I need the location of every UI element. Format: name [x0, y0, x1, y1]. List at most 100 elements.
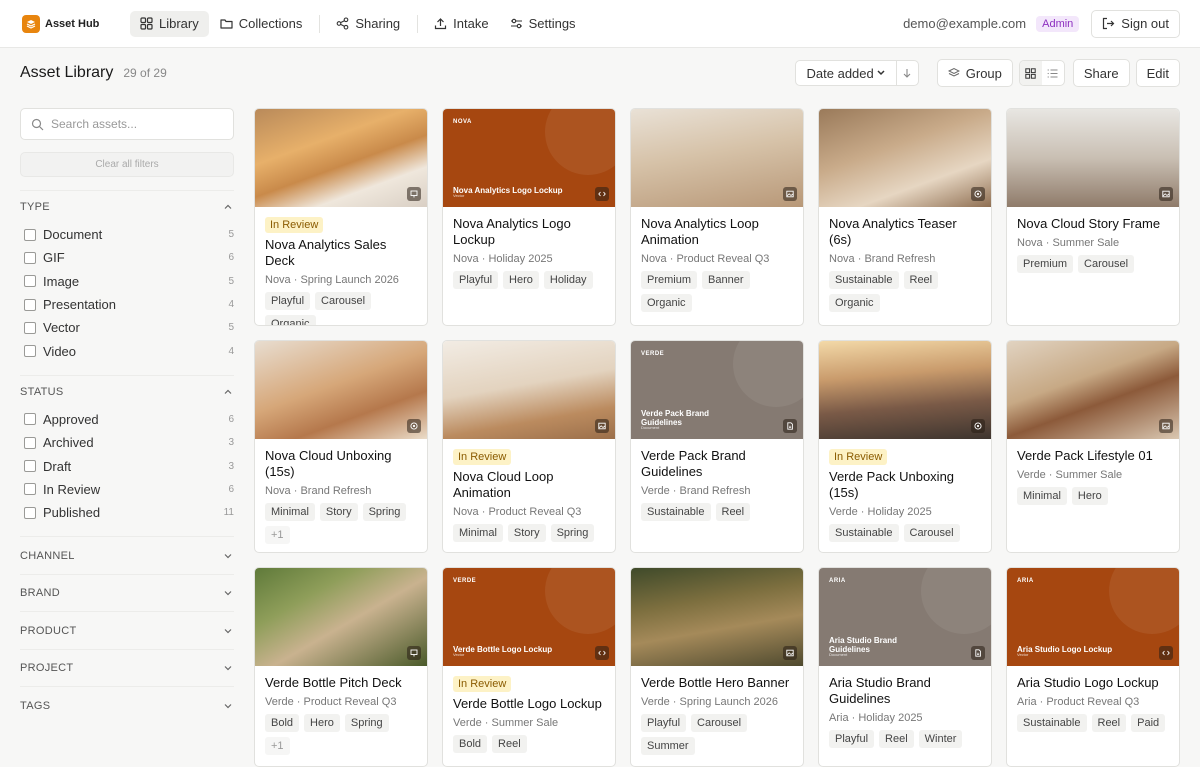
- asset-card[interactable]: Nova Cloud Unboxing (15s) Nova · Brand Re…: [254, 340, 428, 553]
- tag-chip[interactable]: Sustainable: [641, 503, 711, 521]
- asset-card[interactable]: Nova Cloud Story Frame Nova · Summer Sale…: [1006, 108, 1180, 326]
- filter-option[interactable]: Draft 3: [20, 454, 234, 477]
- nav-settings[interactable]: Settings: [500, 11, 586, 37]
- asset-card[interactable]: NOVA Nova Analytics Logo Lockup Vector Nova…: [442, 108, 616, 326]
- facet-header[interactable]: STATUS: [20, 376, 234, 408]
- clear-filters-button[interactable]: Clear all filters: [20, 152, 234, 177]
- checkbox[interactable]: [24, 460, 36, 473]
- tag-chip[interactable]: Organic: [829, 294, 880, 312]
- tag-chip[interactable]: Bold: [265, 714, 300, 732]
- filter-option[interactable]: GIF 6: [20, 246, 234, 269]
- nav-sharing[interactable]: Sharing: [326, 11, 410, 37]
- more-tags-chip[interactable]: +1: [265, 737, 290, 755]
- checkbox[interactable]: [24, 298, 36, 311]
- facet-project[interactable]: PROJECT: [20, 648, 234, 687]
- tag-chip[interactable]: Sustainable: [829, 524, 899, 542]
- tag-chip[interactable]: Spring: [550, 524, 595, 542]
- tag-chip[interactable]: Holiday: [543, 271, 593, 289]
- asset-card[interactable]: VERDE Verde Bottle Logo Lockup Vector In Re…: [442, 567, 616, 767]
- tag-chip[interactable]: Premium: [641, 271, 698, 289]
- search-input[interactable]: [51, 117, 221, 131]
- facet-tags[interactable]: TAGS: [20, 686, 234, 724]
- asset-thumbnail[interactable]: [819, 341, 991, 439]
- search-box[interactable]: [20, 108, 234, 140]
- nav-intake[interactable]: Intake: [424, 11, 498, 37]
- tag-chip[interactable]: Reel: [715, 503, 751, 521]
- tag-chip[interactable]: Reel: [492, 735, 527, 753]
- tag-chip[interactable]: Carousel: [1078, 255, 1135, 273]
- checkbox[interactable]: [24, 275, 36, 288]
- tag-chip[interactable]: Playful: [265, 292, 311, 310]
- tag-chip[interactable]: Organic: [265, 315, 316, 325]
- tag-chip[interactable]: Paid: [1131, 714, 1166, 732]
- filter-option[interactable]: Archived 3: [20, 431, 234, 454]
- tag-chip[interactable]: Playful: [829, 730, 875, 748]
- checkbox[interactable]: [24, 436, 36, 449]
- tag-chip[interactable]: Premium: [1017, 255, 1074, 273]
- asset-card[interactable]: Verde Bottle Pitch Deck Verde · Product R…: [254, 567, 428, 767]
- filter-option[interactable]: Published 11: [20, 501, 234, 524]
- tag-chip[interactable]: Reel: [1091, 714, 1127, 732]
- tag-chip[interactable]: Hero: [304, 714, 340, 732]
- facet-channel[interactable]: CHANNEL: [20, 536, 234, 574]
- asset-thumbnail[interactable]: [443, 341, 615, 439]
- facet-brand[interactable]: BRAND: [20, 573, 234, 612]
- asset-card[interactable]: ARIA Aria Studio Logo Lockup Vector Aria St…: [1006, 567, 1180, 767]
- edit-button[interactable]: Edit: [1135, 59, 1180, 87]
- checkbox[interactable]: [24, 251, 36, 264]
- tag-chip[interactable]: Story: [507, 524, 546, 542]
- more-tags-chip[interactable]: +1: [265, 526, 290, 544]
- nav-library[interactable]: Library: [130, 10, 209, 37]
- filter-option[interactable]: Approved 6: [20, 408, 234, 431]
- tag-chip[interactable]: Carousel: [315, 292, 372, 310]
- checkbox[interactable]: [24, 413, 36, 426]
- tag-chip[interactable]: Spring: [362, 503, 407, 521]
- filter-option[interactable]: Vector 5: [20, 316, 234, 339]
- facet-header[interactable]: TYPE: [20, 191, 234, 223]
- tag-chip[interactable]: Carousel: [691, 714, 748, 732]
- checkbox[interactable]: [24, 506, 36, 519]
- asset-card[interactable]: Verde Pack Lifestyle 01 Verde · Summer Sa…: [1006, 340, 1180, 553]
- checkbox[interactable]: [24, 321, 36, 334]
- asset-card[interactable]: ARIA Aria Studio Brand Guidelines Document…: [818, 567, 992, 767]
- asset-card[interactable]: Verde Bottle Hero Banner Verde · Spring L…: [630, 567, 804, 767]
- sort-select[interactable]: Date added: [794, 60, 897, 86]
- tag-chip[interactable]: Reel: [903, 271, 939, 289]
- tag-chip[interactable]: Spring: [344, 714, 389, 732]
- filter-option[interactable]: Image 5: [20, 270, 234, 293]
- share-button[interactable]: Share: [1072, 59, 1130, 87]
- asset-card[interactable]: VERDE Verde Pack Brand Guidelines Document…: [630, 340, 804, 553]
- tag-chip[interactable]: Carousel: [903, 524, 960, 542]
- asset-thumbnail[interactable]: NOVA Nova Analytics Logo Lockup Vector: [443, 109, 615, 207]
- asset-thumbnail[interactable]: [255, 109, 427, 207]
- tag-chip[interactable]: Playful: [641, 714, 687, 732]
- asset-card[interactable]: Nova Analytics Teaser (6s) Nova · Brand R…: [818, 108, 992, 326]
- tag-chip[interactable]: Playful: [453, 271, 499, 289]
- tag-chip[interactable]: Summer: [641, 737, 695, 755]
- asset-card[interactable]: In Review Nova Cloud Loop Animation Nova ·…: [442, 340, 616, 553]
- asset-card[interactable]: In Review Verde Pack Unboxing (15s) Verde …: [818, 340, 992, 553]
- asset-thumbnail[interactable]: [1007, 109, 1179, 207]
- list-view-button[interactable]: [1042, 61, 1064, 85]
- asset-card[interactable]: In Review Nova Analytics Sales Deck Nova ·…: [254, 108, 428, 326]
- tag-chip[interactable]: Bold: [453, 735, 488, 753]
- asset-thumbnail[interactable]: [631, 109, 803, 207]
- tag-chip[interactable]: Minimal: [453, 524, 503, 542]
- group-button[interactable]: Group: [936, 59, 1013, 87]
- tag-chip[interactable]: Hero: [1071, 487, 1108, 505]
- asset-thumbnail[interactable]: [255, 341, 427, 439]
- tag-chip[interactable]: Story: [319, 503, 358, 521]
- tag-chip[interactable]: Organic: [641, 294, 692, 312]
- asset-thumbnail[interactable]: ARIA Aria Studio Logo Lockup Vector: [1007, 568, 1179, 666]
- facet-product[interactable]: PRODUCT: [20, 611, 234, 649]
- tag-chip[interactable]: Winter: [918, 730, 963, 748]
- asset-thumbnail[interactable]: ARIA Aria Studio Brand Guidelines Document: [819, 568, 991, 666]
- asset-thumbnail[interactable]: VERDE Verde Pack Brand Guidelines Document: [631, 341, 803, 439]
- tag-chip[interactable]: Reel: [879, 730, 914, 748]
- filter-option[interactable]: Presentation 4: [20, 293, 234, 316]
- filter-option[interactable]: In Review 6: [20, 478, 234, 501]
- tag-chip[interactable]: Minimal: [265, 503, 315, 521]
- filter-option[interactable]: Video 4: [20, 339, 234, 362]
- checkbox[interactable]: [24, 483, 36, 496]
- grid-view-button[interactable]: [1019, 61, 1042, 85]
